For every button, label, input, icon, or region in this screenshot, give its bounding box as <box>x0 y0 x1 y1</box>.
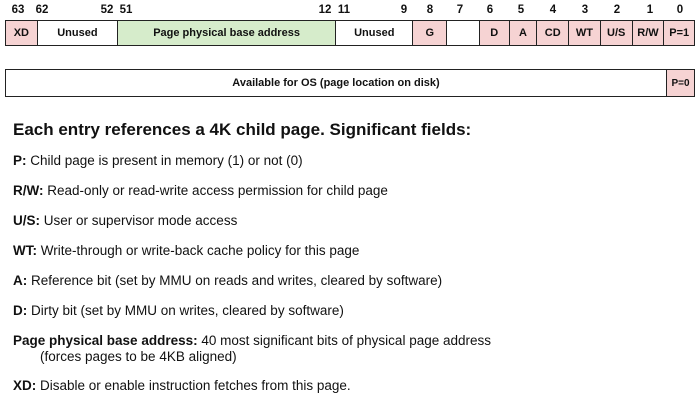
bit-label-6: 6 <box>486 4 494 16</box>
field-description-xd: XD: Disable or enable instruction fetche… <box>13 378 351 393</box>
field-os-available: Available for OS (page location on disk) <box>232 77 440 89</box>
field-xd: XD <box>6 21 38 45</box>
field-name: A: <box>13 273 28 288</box>
field-d: D <box>479 21 510 45</box>
bit-label-62: 62 <box>35 4 49 16</box>
bit-label-7: 7 <box>456 4 464 16</box>
bit-label-9: 9 <box>400 4 408 16</box>
field-desc: 40 most significant bits of physical pag… <box>197 333 492 348</box>
field-description-base-address-cont: (forces pages to be 4KB aligned) <box>40 349 237 364</box>
field-p-zero: P=0 <box>666 70 694 96</box>
fields-heading: Each entry references a 4K child page. S… <box>13 120 472 139</box>
field-desc: Read-only or read-write access permissio… <box>43 183 388 198</box>
field-description-base-address: Page physical base address: 40 most sign… <box>13 333 491 348</box>
field-name: R/W: <box>13 183 44 198</box>
field-name: WT: <box>13 243 37 258</box>
field-description-p: P: Child page is present in memory (1) o… <box>13 153 303 168</box>
field-desc: Write-through or write-back cache policy… <box>37 243 360 258</box>
page-table-entry-present: XD Unused Page physical base address Unu… <box>5 20 695 46</box>
field-p: P=1 <box>664 21 695 45</box>
bit-label-11: 11 <box>337 4 351 16</box>
page-table-entry-not-present: Available for OS (page location on disk)… <box>5 69 695 97</box>
field-desc: Disable or enable instruction fetches fr… <box>36 378 351 393</box>
field-desc: Reference bit (set by MMU on reads and w… <box>27 273 443 288</box>
field-description-wt: WT: Write-through or write-back cache po… <box>13 243 359 258</box>
field-g: G <box>413 21 448 45</box>
bit-label-51: 51 <box>119 4 133 16</box>
field-unused-low: Unused <box>336 21 414 45</box>
field-desc: User or supervisor mode access <box>40 213 238 228</box>
field-description-a: A: Reference bit (set by MMU on reads an… <box>13 273 442 288</box>
field-a: A <box>509 21 538 45</box>
field-name: XD: <box>13 378 37 393</box>
bit-label-63: 63 <box>11 4 25 16</box>
field-bit-7 <box>447 21 480 45</box>
field-description-rw: R/W: Read-only or read-write access perm… <box>13 183 388 198</box>
bit-label-8: 8 <box>426 4 434 16</box>
field-rw: R/W <box>632 21 665 45</box>
field-name: D: <box>13 303 28 318</box>
bit-label-4: 4 <box>549 4 557 16</box>
bit-label-2: 2 <box>613 4 621 16</box>
bit-label-3: 3 <box>581 4 589 16</box>
bit-label-12: 12 <box>318 4 332 16</box>
bit-label-52: 52 <box>100 4 114 16</box>
bit-label-0: 0 <box>676 4 684 16</box>
field-wt: WT <box>569 21 601 45</box>
bit-label-5: 5 <box>517 4 525 16</box>
field-desc: Child page is present in memory (1) or n… <box>26 153 303 168</box>
field-description-d: D: Dirty bit (set by MMU on writes, clea… <box>13 303 344 318</box>
field-name: Page physical base address: <box>13 333 198 348</box>
field-name: P: <box>13 153 27 168</box>
field-cd: CD <box>537 21 570 45</box>
field-us: U/S <box>600 21 633 45</box>
bit-label-1: 1 <box>646 4 654 16</box>
field-name: U/S: <box>13 213 40 228</box>
field-page-base-address: Page physical base address <box>118 21 337 45</box>
field-desc: Dirty bit (set by MMU on writes, cleared… <box>27 303 344 318</box>
field-unused-high: Unused <box>37 21 119 45</box>
field-description-us: U/S: User or supervisor mode access <box>13 213 237 228</box>
